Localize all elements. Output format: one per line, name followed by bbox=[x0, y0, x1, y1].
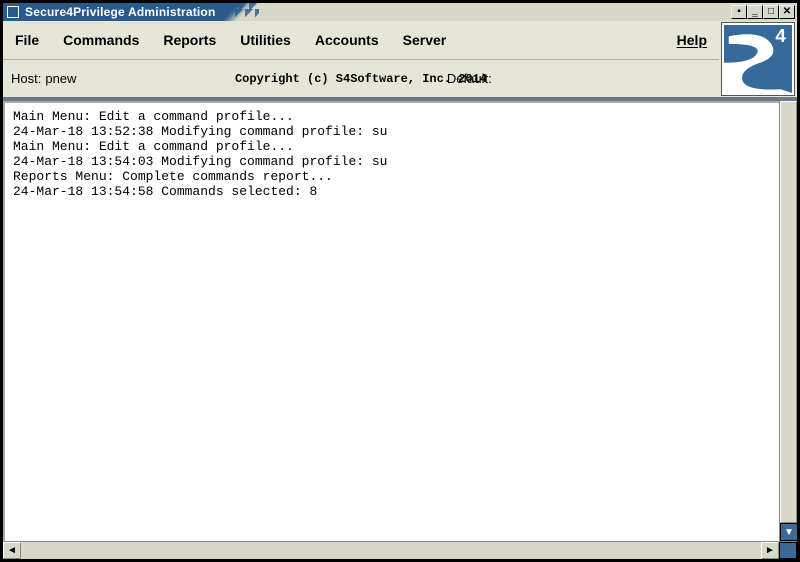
content-frame: Main Menu: Edit a command profile... 24-… bbox=[3, 99, 797, 559]
menu-reports[interactable]: Reports bbox=[163, 32, 216, 48]
log-terminal[interactable]: Main Menu: Edit a command profile... 24-… bbox=[3, 101, 779, 541]
horizontal-scrollbar[interactable]: ◄ ► bbox=[3, 541, 797, 559]
toolbar-left: File Commands Reports Utilities Accounts… bbox=[3, 21, 719, 97]
minimize-button[interactable]: ▪ bbox=[731, 5, 747, 19]
host-field: Host: pnew bbox=[11, 71, 76, 86]
scroll-down-arrow[interactable]: ▼ bbox=[780, 523, 798, 541]
scrollbar-corner bbox=[779, 542, 797, 559]
scroll-right-arrow[interactable]: ► bbox=[761, 542, 779, 559]
toolbar-row: File Commands Reports Utilities Accounts… bbox=[3, 21, 797, 99]
titlebar-decoration bbox=[219, 3, 731, 21]
menubar: File Commands Reports Utilities Accounts… bbox=[3, 21, 719, 60]
scroll-left-arrow[interactable]: ◄ bbox=[3, 542, 21, 559]
logo-4-text: 4 bbox=[775, 26, 786, 47]
s4-logo: 4 bbox=[722, 23, 794, 95]
default-label: Default: bbox=[447, 71, 492, 86]
menu-help[interactable]: Help bbox=[677, 32, 707, 48]
menu-server[interactable]: Server bbox=[403, 32, 447, 48]
scrollbar-track[interactable] bbox=[21, 542, 761, 559]
vertical-scrollbar[interactable]: ▼ bbox=[779, 101, 797, 541]
host-value: pnew bbox=[45, 71, 76, 86]
content-inner: Main Menu: Edit a command profile... 24-… bbox=[3, 101, 797, 541]
menu-utilities[interactable]: Utilities bbox=[240, 32, 291, 48]
menu-file[interactable]: File bbox=[15, 32, 39, 48]
menu-accounts[interactable]: Accounts bbox=[315, 32, 379, 48]
maximize-button[interactable]: □ bbox=[763, 5, 779, 19]
minimize2-button[interactable]: ‗ bbox=[747, 5, 763, 19]
titlebar: Secure4Privilege Administration ▪ ‗ □ ✕ bbox=[3, 3, 797, 21]
close-button[interactable]: ✕ bbox=[779, 5, 795, 19]
app-window: Secure4Privilege Administration ▪ ‗ □ ✕ … bbox=[0, 0, 800, 562]
window-title: Secure4Privilege Administration bbox=[25, 5, 215, 19]
window-controls: ▪ ‗ □ ✕ bbox=[731, 3, 797, 21]
scrollbar-thumb[interactable] bbox=[780, 101, 797, 523]
menu-commands[interactable]: Commands bbox=[63, 32, 139, 48]
status-bar: Host: pnew Copyright (c) S4Software, Inc… bbox=[3, 60, 719, 97]
system-menu-icon[interactable] bbox=[7, 6, 19, 18]
host-label: Host: bbox=[11, 71, 41, 86]
